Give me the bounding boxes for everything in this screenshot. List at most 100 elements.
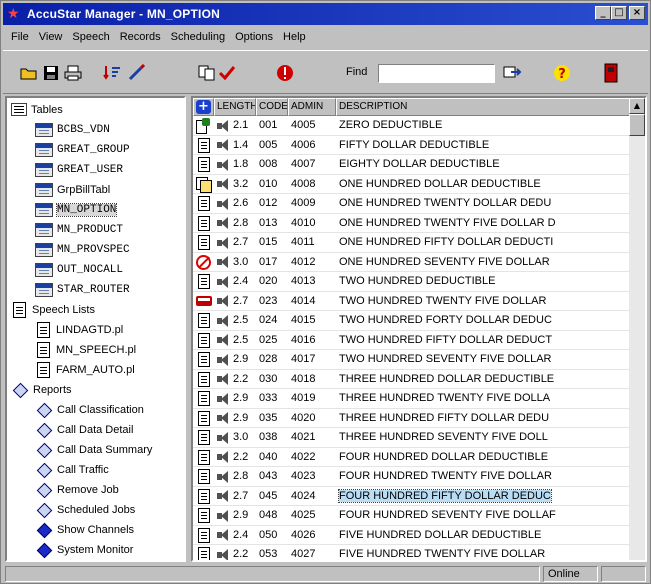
table-row[interactable]: 2.7 015 4011 ONE HUNDRED FIFTY DOLLAR DEDUC… [193, 233, 631, 253]
length-cell[interactable]: 2.2 [214, 370, 256, 389]
code-cell[interactable]: 020 [256, 272, 288, 291]
tree-item-scheduled-jobs[interactable]: Scheduled Jobs [35, 500, 135, 519]
description-cell[interactable]: ONE HUNDRED FIFTY DOLLAR DEDUCTI [336, 233, 631, 252]
description-cell[interactable]: ONE HUNDRED SEVENTY FIVE DOLLAR [336, 253, 631, 272]
tree-item-call-classification[interactable]: Call Classification [35, 400, 144, 419]
speaker-icon[interactable] [216, 489, 230, 503]
print-icon[interactable] [63, 63, 83, 83]
speaker-icon[interactable] [216, 294, 230, 308]
tree-item-mn-product[interactable]: MN_PRODUCT [35, 220, 123, 239]
tree-item-call-traffic[interactable]: Call Traffic [35, 460, 109, 479]
speaker-icon[interactable] [216, 333, 230, 347]
table-row[interactable]: 2.2 040 4022 FOUR HUNDRED DOLLAR DEDUCTIBLE [193, 448, 631, 467]
column-header-admin[interactable]: ADMIN [288, 98, 336, 116]
admin-cell[interactable]: 4006 [288, 136, 336, 155]
table-row[interactable]: 2.1 001 4005 ZERO DEDUCTIBLE [193, 116, 631, 136]
admin-cell[interactable]: 4027 [288, 545, 336, 560]
code-cell[interactable]: 053 [256, 545, 288, 560]
speaker-icon[interactable] [216, 372, 230, 386]
description-cell[interactable]: ZERO DEDUCTIBLE [336, 116, 631, 135]
speaker-icon[interactable] [216, 470, 230, 484]
code-cell[interactable]: 035 [256, 409, 288, 428]
table-row[interactable]: 2.9 028 4017 TWO HUNDRED SEVENTY FIVE DOLLA… [193, 350, 631, 370]
length-cell[interactable]: 2.6 [214, 194, 256, 213]
admin-cell[interactable]: 4018 [288, 370, 336, 389]
column-header-description[interactable]: DESCRIPTION [336, 98, 631, 116]
code-cell[interactable]: 033 [256, 389, 288, 408]
description-cell[interactable]: FOUR HUNDRED TWENTY FIVE DOLLAR [336, 467, 631, 486]
length-cell[interactable]: 2.9 [214, 350, 256, 369]
description-cell[interactable]: FOUR HUNDRED DOLLAR DEDUCTIBLE [336, 448, 631, 467]
code-cell[interactable]: 010 [256, 175, 288, 194]
exit-door-icon[interactable] [601, 63, 621, 83]
scroll-thumb[interactable] [629, 114, 645, 136]
speaker-icon[interactable] [216, 197, 230, 211]
code-cell[interactable]: 005 [256, 136, 288, 155]
tree-item-bcbs-vdn[interactable]: BCBS_VDN [35, 120, 110, 139]
table-row[interactable]: 2.4 020 4013 TWO HUNDRED DEDUCTIBLE [193, 272, 631, 292]
description-cell[interactable]: ONE HUNDRED TWENTY FIVE DOLLAR D [336, 214, 631, 233]
description-cell[interactable]: EIGHTY DOLLAR DEDUCTIBLE [336, 155, 631, 174]
code-cell[interactable]: 024 [256, 311, 288, 330]
tree-item-remove-job[interactable]: Remove Job [35, 480, 119, 499]
table-row[interactable]: 3.0 017 4012 ONE HUNDRED SEVENTY FIVE DOLLA… [193, 253, 631, 272]
minimize-button[interactable]: _ [595, 6, 611, 20]
tree-item-star-router[interactable]: STAR_ROUTER [35, 280, 130, 299]
menu-help[interactable]: Help [279, 31, 312, 43]
length-cell[interactable]: 3.0 [214, 428, 256, 447]
code-cell[interactable]: 028 [256, 350, 288, 369]
table-row[interactable]: 2.8 013 4010 ONE HUNDRED TWENTY FIVE DOLLAR… [193, 214, 631, 233]
length-cell[interactable]: 2.7 [214, 292, 256, 311]
code-cell[interactable]: 015 [256, 233, 288, 252]
table-row[interactable]: 3.0 038 4021 THREE HUNDRED SEVENTY FIVE DOL… [193, 428, 631, 448]
speaker-icon[interactable] [216, 236, 230, 250]
length-cell[interactable]: 2.5 [214, 331, 256, 350]
admin-cell[interactable]: 4015 [288, 311, 336, 330]
table-row[interactable]: 2.9 033 4019 THREE HUNDRED TWENTY FIVE DOLL… [193, 389, 631, 409]
table-row[interactable]: 2.8 043 4023 FOUR HUNDRED TWENTY FIVE DOLLA… [193, 467, 631, 487]
admin-cell[interactable]: 4022 [288, 448, 336, 467]
admin-cell[interactable]: 4020 [288, 409, 336, 428]
add-record-button[interactable]: + [193, 98, 214, 116]
length-cell[interactable]: 2.7 [214, 487, 256, 506]
table-row[interactable]: 2.7 045 4024 FOUR HUNDRED FIFTY DOLLAR DEDU… [193, 487, 631, 506]
length-cell[interactable]: 2.9 [214, 409, 256, 428]
length-cell[interactable]: 2.7 [214, 233, 256, 252]
tree-item-great-user[interactable]: GREAT_USER [35, 160, 123, 179]
length-cell[interactable]: 1.8 [214, 155, 256, 174]
admin-cell[interactable]: 4008 [288, 175, 336, 194]
menu-view[interactable]: View [35, 31, 69, 43]
table-row[interactable]: 1.4 005 4006 FIFTY DOLLAR DEDUCTIBLE [193, 136, 631, 155]
length-cell[interactable]: 1.4 [214, 136, 256, 155]
tree-item-great-group[interactable]: GREAT_GROUP [35, 140, 130, 159]
admin-cell[interactable]: 4009 [288, 194, 336, 213]
admin-cell[interactable]: 4011 [288, 233, 336, 252]
speaker-icon[interactable] [216, 353, 230, 367]
edit-wand-icon[interactable] [127, 63, 147, 83]
vertical-scrollbar[interactable]: ▲ [629, 98, 645, 560]
length-cell[interactable]: 3.2 [214, 175, 256, 194]
description-cell[interactable]: FOUR HUNDRED FIFTY DOLLAR DEDUC [336, 487, 631, 506]
table-row[interactable]: 2.4 050 4026 FIVE HUNDRED DOLLAR DEDUCTIBLE [193, 526, 631, 545]
speaker-icon[interactable] [216, 509, 230, 523]
length-cell[interactable]: 2.4 [214, 272, 256, 291]
code-cell[interactable]: 043 [256, 467, 288, 486]
description-cell[interactable]: THREE HUNDRED TWENTY FIVE DOLLA [336, 389, 631, 408]
length-cell[interactable]: 2.9 [214, 506, 256, 525]
tree-item-mn-speech[interactable]: MN_SPEECH.pl [35, 340, 136, 359]
description-cell[interactable]: THREE HUNDRED SEVENTY FIVE DOLL [336, 428, 631, 447]
code-cell[interactable]: 050 [256, 526, 288, 545]
table-row[interactable]: 2.5 024 4015 TWO HUNDRED FORTY DOLLAR DEDUC [193, 311, 631, 331]
column-header-code[interactable]: CODE [256, 98, 288, 116]
admin-cell[interactable]: 4016 [288, 331, 336, 350]
tree-item-out-nocall[interactable]: OUT_NOCALL [35, 260, 123, 279]
code-cell[interactable]: 012 [256, 194, 288, 213]
tree-item-mn-option[interactable]: MN_OPTION [35, 200, 118, 219]
code-cell[interactable]: 030 [256, 370, 288, 389]
tree-item-show-channels[interactable]: Show Channels [35, 520, 134, 539]
code-cell[interactable]: 013 [256, 214, 288, 233]
code-cell[interactable]: 001 [256, 116, 288, 135]
code-cell[interactable]: 045 [256, 487, 288, 506]
code-cell[interactable]: 025 [256, 331, 288, 350]
description-cell[interactable]: ONE HUNDRED TWENTY DOLLAR DEDU [336, 194, 631, 213]
